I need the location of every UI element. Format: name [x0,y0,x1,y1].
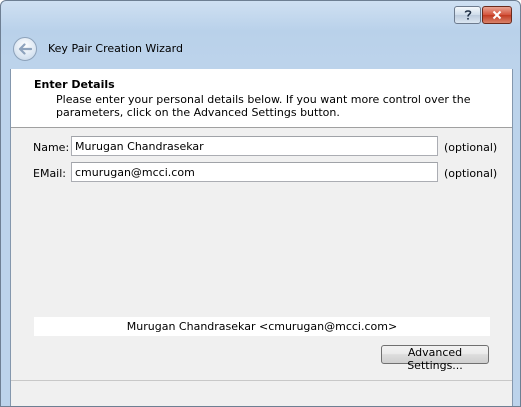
window-controls [454,6,512,24]
advanced-settings-button[interactable]: Advanced Settings... [381,345,489,372]
wizard-page: Enter Details Please enter your personal… [10,69,513,406]
email-optional-hint: (optional) [444,167,498,180]
page-description: Please enter your personal details below… [56,93,471,119]
email-input[interactable] [71,162,438,182]
back-arrow-icon [18,43,32,55]
footer-divider [11,380,512,381]
title-bar: Key Pair Creation Wizard [1,1,520,69]
wizard-window: Key Pair Creation Wizard Enter Details P… [0,0,521,407]
close-button[interactable] [482,6,512,24]
page-header: Enter Details Please enter your personal… [11,69,512,128]
window-title: Key Pair Creation Wizard [48,42,183,55]
close-icon [492,10,502,20]
email-label: EMail: [33,167,66,180]
name-optional-hint: (optional) [444,141,498,154]
help-icon [464,10,471,20]
name-input[interactable] [71,136,438,156]
help-button[interactable] [454,6,481,24]
identity-summary: Murugan Chandrasekar <cmurugan@mcci.com> [34,317,490,336]
back-button[interactable] [13,37,37,61]
page-title: Enter Details [34,78,115,91]
name-label: Name: [33,141,70,154]
